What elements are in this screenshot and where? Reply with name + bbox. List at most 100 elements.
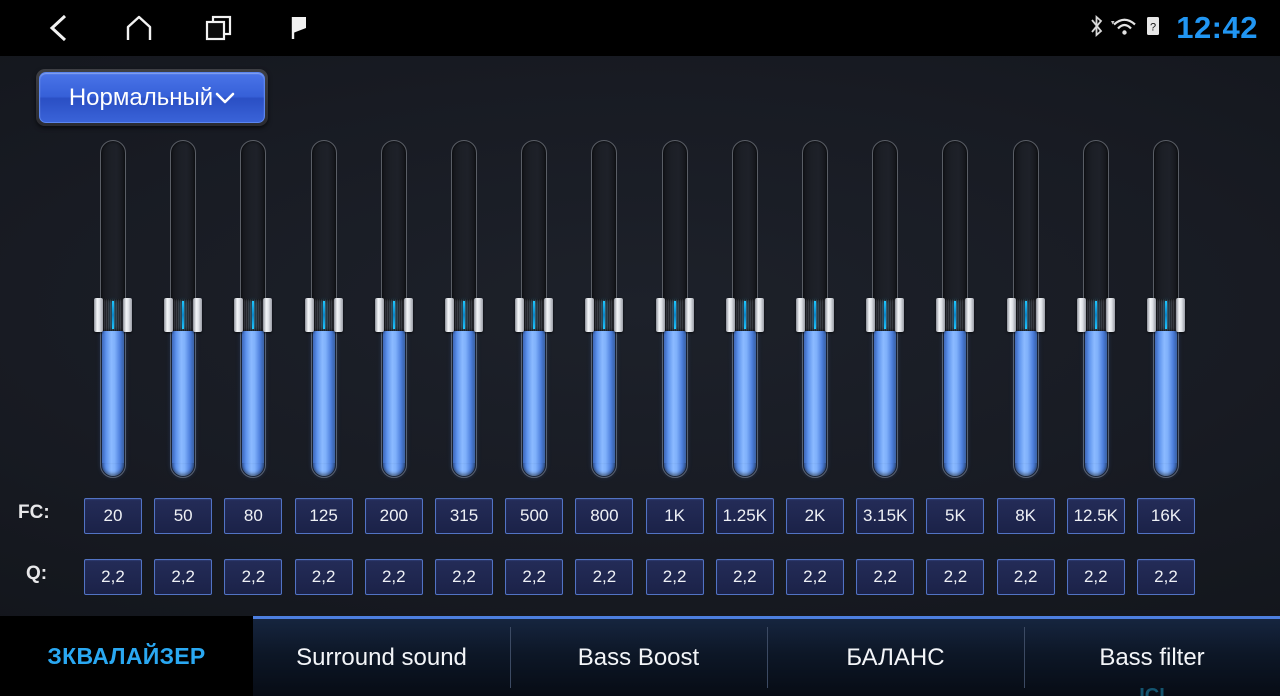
- preset-label: Нормальный: [68, 83, 214, 111]
- eq-slider-band-14[interactable]: [1006, 140, 1045, 478]
- q-value-band-1[interactable]: 2,2: [84, 559, 142, 595]
- eq-slider-band-11[interactable]: [796, 140, 834, 478]
- bluetooth-icon: [1089, 14, 1104, 43]
- flag-icon[interactable]: [278, 7, 320, 49]
- eq-slider-thumb-grip: [453, 299, 475, 331]
- q-value-band-7[interactable]: 2,2: [505, 559, 564, 595]
- eq-slider-thumb-cap-right: [825, 298, 834, 332]
- home-icon[interactable]: [118, 7, 160, 49]
- eq-slider-band-5[interactable]: [374, 140, 413, 478]
- eq-slider-band-12[interactable]: [866, 140, 905, 478]
- eq-slider-band-8[interactable]: [585, 140, 624, 478]
- eq-slider-thumb[interactable]: [374, 298, 413, 332]
- q-value-band-14[interactable]: 2,2: [996, 559, 1055, 595]
- tab-bass-boost[interactable]: Bass Boost: [510, 616, 767, 696]
- eq-slider-thumb[interactable]: [725, 298, 764, 332]
- fc-value-band-11[interactable]: 2K: [786, 498, 844, 534]
- q-value-band-2[interactable]: 2,2: [154, 559, 213, 595]
- q-value-band-4[interactable]: 2,2: [294, 559, 353, 595]
- navigation-bar: [38, 7, 320, 49]
- tab-balance[interactable]: БАЛАНС: [767, 616, 1024, 696]
- q-value-band-3[interactable]: 2,2: [224, 559, 283, 595]
- q-value-band-12[interactable]: 2,2: [856, 559, 915, 595]
- eq-slider-thumb[interactable]: [936, 298, 975, 332]
- eq-slider-thumb[interactable]: [234, 298, 273, 332]
- sim-card-icon: ?: [1146, 16, 1160, 41]
- fc-value-band-4[interactable]: 125: [294, 498, 353, 534]
- eq-slider-thumb[interactable]: [866, 298, 905, 332]
- eq-slider-band-7[interactable]: [515, 140, 554, 478]
- fc-value-band-12[interactable]: 3.15K: [856, 498, 915, 534]
- eq-slider-thumb[interactable]: [585, 298, 624, 332]
- eq-slider-thumb[interactable]: [1006, 298, 1045, 332]
- eq-slider-thumb-cap-left: [304, 298, 314, 332]
- eq-slider-thumb[interactable]: [164, 298, 203, 332]
- fc-value-band-3[interactable]: 80: [224, 498, 283, 534]
- eq-slider-thumb-grip: [663, 299, 686, 331]
- eq-slider-thumb-cap-right: [1035, 298, 1045, 332]
- equalizer-panel: Нормальный FC: 20 50 80 125 200 315 500 800 1K 1.…: [0, 56, 1280, 616]
- q-value-band-9[interactable]: 2,2: [645, 559, 704, 595]
- eq-slider-thumb[interactable]: [445, 298, 483, 332]
- eq-slider-thumb[interactable]: [304, 298, 343, 332]
- eq-slider-thumb-cap-left: [445, 298, 454, 332]
- eq-slider-thumb-cap-left: [655, 298, 665, 332]
- tab-bass-filter[interactable]: Bass filter ICI: [1024, 616, 1280, 696]
- eq-slider-thumb[interactable]: [1076, 298, 1115, 332]
- fc-value-band-15[interactable]: 12.5K: [1066, 498, 1125, 534]
- back-icon[interactable]: [38, 7, 80, 49]
- eq-slider-band-16[interactable]: [1147, 140, 1185, 478]
- eq-slider-band-4[interactable]: [304, 140, 343, 478]
- eq-slider-thumb[interactable]: [1147, 298, 1185, 332]
- fc-value-band-16[interactable]: 16K: [1137, 498, 1195, 534]
- q-value-band-13[interactable]: 2,2: [926, 559, 985, 595]
- tab-badge: ICI: [1139, 685, 1165, 696]
- eq-slider-band-10[interactable]: [725, 140, 764, 478]
- eq-slider-thumb-cap-left: [164, 298, 174, 332]
- eq-slider-fill: [1084, 315, 1107, 476]
- eq-slider-thumb-cap-right: [684, 298, 694, 332]
- fc-value-band-2[interactable]: 50: [154, 498, 213, 534]
- q-value-band-8[interactable]: 2,2: [575, 559, 634, 595]
- eq-slider-fill: [663, 315, 686, 476]
- preset-dropdown-button[interactable]: Нормальный: [39, 72, 265, 123]
- eq-slider-thumb-grip: [944, 299, 967, 331]
- fc-value-band-13[interactable]: 5K: [926, 498, 985, 534]
- q-value-band-5[interactable]: 2,2: [364, 559, 423, 595]
- q-value-band-10[interactable]: 2,2: [715, 559, 774, 595]
- eq-slider-thumb[interactable]: [515, 298, 554, 332]
- eq-slider-fill: [102, 315, 124, 476]
- eq-slider-thumb-cap-left: [234, 298, 244, 332]
- fc-value-band-14[interactable]: 8K: [996, 498, 1055, 534]
- eq-slider-band-1[interactable]: [94, 140, 132, 478]
- eq-slider-band-6[interactable]: [445, 140, 483, 478]
- eq-slider-thumb-cap-left: [1006, 298, 1016, 332]
- eq-slider-thumb[interactable]: [796, 298, 834, 332]
- fc-value-band-6[interactable]: 315: [435, 498, 493, 534]
- q-value-band-6[interactable]: 2,2: [435, 559, 493, 595]
- eq-slider-thumb-grip: [172, 299, 195, 331]
- fc-value-band-8[interactable]: 800: [575, 498, 634, 534]
- eq-slider-band-15[interactable]: [1076, 140, 1115, 478]
- fc-value-band-9[interactable]: 1K: [645, 498, 704, 534]
- preset-dropdown[interactable]: Нормальный: [36, 69, 268, 126]
- tab-surround-sound[interactable]: Surround sound: [253, 616, 510, 696]
- eq-slider-thumb[interactable]: [655, 298, 694, 332]
- eq-slider-thumb-grip: [733, 299, 756, 331]
- eq-slider-thumb[interactable]: [94, 298, 132, 332]
- q-value-band-16[interactable]: 2,2: [1137, 559, 1195, 595]
- q-value-band-11[interactable]: 2,2: [786, 559, 844, 595]
- q-row-label: Q:: [26, 563, 48, 584]
- fc-value-band-7[interactable]: 500: [505, 498, 564, 534]
- q-value-band-15[interactable]: 2,2: [1066, 559, 1125, 595]
- eq-slider-band-3[interactable]: [234, 140, 273, 478]
- recents-icon[interactable]: [198, 7, 240, 49]
- eq-slider-band-9[interactable]: [655, 140, 694, 478]
- tab-equalizer[interactable]: ЗКВАЛАЙЗЕР: [0, 616, 253, 696]
- eq-slider-band-13[interactable]: [936, 140, 975, 478]
- eq-slider-thumb-cap-right: [1105, 298, 1115, 332]
- fc-value-band-1[interactable]: 20: [84, 498, 142, 534]
- eq-slider-band-2[interactable]: [164, 140, 203, 478]
- fc-value-band-5[interactable]: 200: [364, 498, 423, 534]
- fc-value-band-10[interactable]: 1.25K: [715, 498, 774, 534]
